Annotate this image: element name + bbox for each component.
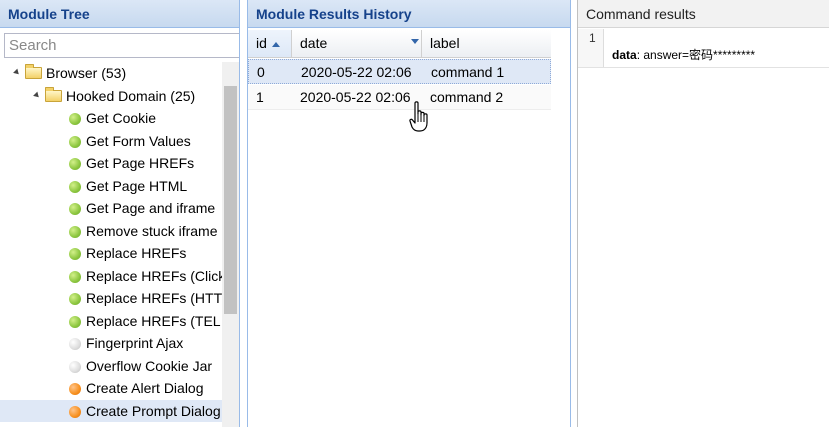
tree-item-label: Fingerprint Ajax	[86, 335, 184, 351]
tree-item-label: Get Form Values	[86, 132, 191, 149]
tree-item[interactable]: Create Prompt Dialog	[0, 399, 222, 422]
search-input[interactable]	[4, 33, 239, 58]
status-green-icon	[69, 315, 81, 328]
expand-arrow-icon[interactable]	[13, 68, 21, 77]
status-green-icon	[69, 203, 81, 215]
tree-item-label: Replace HREFs (Click	[86, 267, 222, 284]
tree-item[interactable]: Replace HREFs	[0, 242, 222, 265]
column-header-date[interactable]: date	[292, 30, 422, 57]
results-history-title: Module Results History	[248, 0, 570, 28]
cell-label: command 2	[430, 89, 504, 105]
status-grey-icon	[69, 360, 81, 373]
search-container	[4, 33, 239, 58]
status-green-icon	[69, 293, 81, 305]
cell-id: 1	[256, 89, 264, 105]
folder-icon	[45, 86, 62, 102]
tree-item-label: Create Alert Dialog	[86, 380, 204, 396]
command-results-title: Command results	[578, 0, 829, 28]
cell-label: command 1	[431, 64, 505, 80]
sort-asc-icon	[271, 41, 280, 47]
module-tree: Browser (53) Hooked Domain (25) Get Cookie…	[0, 62, 222, 422]
cell-date: 2020-05-22 02:06	[300, 89, 411, 105]
tree-item-label: Browser (53)	[46, 65, 127, 81]
cell-id: 0	[257, 64, 265, 80]
tree-item[interactable]: Get Cookie	[0, 107, 222, 130]
tree-item-label: Get Cookie	[86, 110, 157, 126]
tree-item[interactable]: Get Page HTML	[0, 175, 222, 198]
grid-header: id date label	[248, 30, 551, 58]
tree-item[interactable]: Get Form Values	[0, 130, 222, 153]
status-green-icon	[69, 135, 81, 148]
hand-cursor-icon	[409, 101, 428, 132]
tree-folder[interactable]: Browser (53)	[0, 62, 222, 85]
results-history-panel: Module Results History id date label 0 2…	[247, 0, 571, 427]
command-results-panel: Command results 1 data: answer=密码*******…	[577, 0, 829, 427]
column-header-id-label: id	[256, 35, 267, 51]
expand-arrow-icon[interactable]	[33, 91, 41, 99]
tree-folder[interactable]: Hooked Domain (25)	[0, 85, 222, 108]
tree-item[interactable]: Replace HREFs (TEL	[0, 310, 222, 333]
tree-item[interactable]: Get Page and iframe	[0, 197, 222, 220]
tree-item-label: Get Page HTML	[86, 177, 188, 194]
module-tree-panel: Module Tree Browser (53) Hooked Domain (2…	[0, 0, 240, 427]
column-header-id[interactable]: id	[248, 30, 292, 57]
table-row[interactable]: 0 2020-05-22 02:06 command 1	[248, 59, 551, 84]
tree-item[interactable]: Overflow Cookie Jar	[0, 355, 222, 378]
status-orange-icon	[69, 405, 81, 418]
tree-item[interactable]: Remove stuck iframe	[0, 220, 222, 243]
tree-item-label: Remove stuck iframe	[86, 222, 218, 239]
result-line[interactable]: data: answer=密码*********	[612, 46, 755, 63]
tree-item-label: Overflow Cookie Jar	[86, 357, 213, 374]
tree-item-label: Hooked Domain (25)	[66, 87, 196, 104]
column-header-label[interactable]: label	[422, 30, 551, 57]
status-green-icon	[69, 180, 81, 193]
tree-scrollbar-thumb[interactable]	[224, 86, 237, 314]
tree-item[interactable]: Create Alert Dialog	[0, 377, 222, 400]
tree-item[interactable]: Replace HREFs (Click	[0, 265, 222, 288]
tree-item-label: Create Prompt Dialog	[86, 402, 221, 419]
tree-item[interactable]: Replace HREFs (HTT	[0, 287, 222, 310]
tree-item-label: Get Page and iframe	[86, 200, 216, 216]
line-number: 1	[578, 29, 604, 67]
status-grey-icon	[69, 338, 81, 350]
tree-item-label: Replace HREFs (HTT	[86, 290, 222, 306]
status-orange-icon	[69, 383, 81, 395]
column-menu-icon[interactable]	[411, 39, 419, 44]
status-green-icon	[69, 248, 81, 260]
tree-item-label: Replace HREFs (TEL	[86, 312, 221, 329]
module-tree-title: Module Tree	[0, 0, 239, 28]
status-green-icon	[69, 225, 81, 238]
status-green-icon	[69, 158, 81, 170]
tree-item-label: Replace HREFs	[86, 245, 187, 261]
column-header-date-label: date	[300, 35, 328, 51]
table-row[interactable]: 1 2020-05-22 02:06 command 2	[248, 85, 551, 110]
column-header-label-label: label	[430, 35, 460, 51]
cell-date: 2020-05-22 02:06	[301, 64, 412, 80]
result-divider	[578, 67, 829, 68]
result-value: : answer=密码*********	[636, 48, 756, 62]
status-green-icon	[69, 113, 81, 125]
tree-item[interactable]: Get Page HREFs	[0, 152, 222, 175]
tree-item[interactable]: Fingerprint Ajax	[0, 332, 222, 355]
status-green-icon	[69, 270, 81, 283]
result-key: data	[612, 48, 637, 62]
folder-icon	[25, 64, 42, 79]
tree-item-label: Get Page HREFs	[86, 155, 195, 171]
